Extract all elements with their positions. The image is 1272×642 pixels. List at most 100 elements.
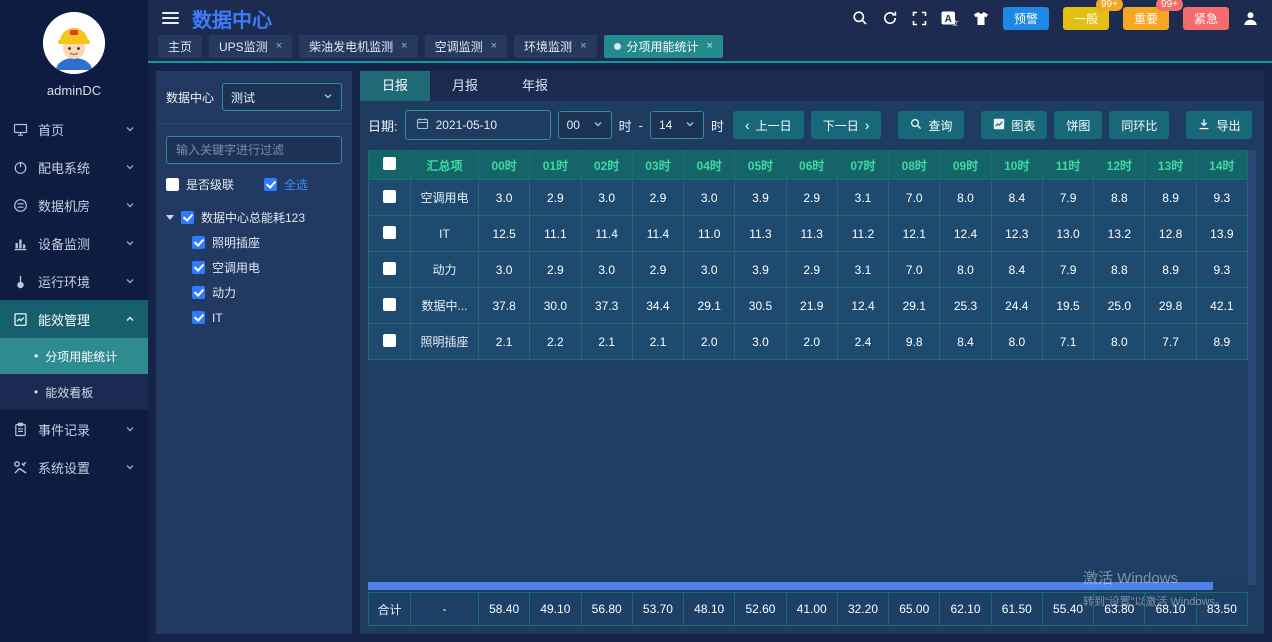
nav-tab[interactable]: 分项用能统计× bbox=[604, 35, 723, 58]
close-icon[interactable]: × bbox=[276, 40, 282, 52]
sidebar-subitem[interactable]: •能效看板 bbox=[0, 374, 148, 410]
tree-root[interactable]: 数据中心总能耗123 bbox=[166, 205, 342, 230]
row-checkbox[interactable] bbox=[383, 334, 396, 347]
tree-node[interactable]: 照明插座 bbox=[166, 230, 342, 255]
nav-tab[interactable]: 主页 bbox=[158, 35, 202, 58]
row-checkbox[interactable] bbox=[383, 298, 396, 311]
sidebar: adminDC 首页配电系统数据机房设备监测运行环境能效管理•分项用能统计•能效… bbox=[0, 0, 148, 642]
column-header: 06时 bbox=[786, 151, 837, 180]
sidebar-item[interactable]: 数据机房 bbox=[0, 186, 148, 224]
row-checkbox[interactable] bbox=[383, 226, 396, 239]
date-picker[interactable]: 2021-05-10 bbox=[405, 110, 551, 140]
sidebar-item[interactable]: 首页 bbox=[0, 110, 148, 148]
cell-value: 30.0 bbox=[530, 288, 581, 324]
tree-checkbox[interactable] bbox=[192, 261, 205, 274]
sidebar-subitem[interactable]: •分项用能统计 bbox=[0, 338, 148, 374]
sidebar-item[interactable]: 配电系统 bbox=[0, 148, 148, 186]
button-label: 下一日 bbox=[823, 117, 859, 134]
cell-value: 2.1 bbox=[479, 324, 530, 360]
cascade-checkbox[interactable] bbox=[166, 178, 179, 191]
alarm-button-label: 预警 bbox=[1014, 12, 1038, 26]
cell-value: 3.0 bbox=[684, 180, 735, 216]
theme-icon[interactable] bbox=[973, 11, 989, 26]
row-label: 空调用电 bbox=[411, 180, 479, 216]
sidebar-item[interactable]: 设备监测 bbox=[0, 224, 148, 262]
select-all-rows-checkbox[interactable] bbox=[383, 157, 396, 170]
tree-options-row: 是否级联 全选 bbox=[166, 176, 342, 193]
tree-node[interactable]: 动力 bbox=[166, 280, 342, 305]
tree-node-label: 数据中心总能耗123 bbox=[201, 209, 305, 226]
toolbar-button[interactable]: 饼图 bbox=[1054, 111, 1102, 139]
power-icon bbox=[13, 160, 28, 175]
cell-value: 8.9 bbox=[1196, 324, 1247, 360]
vertical-scrollbar[interactable] bbox=[1248, 150, 1256, 585]
tree-checkbox[interactable] bbox=[181, 211, 194, 224]
cell-value: 3.0 bbox=[735, 324, 786, 360]
caret-down-icon[interactable] bbox=[166, 215, 174, 220]
nav-tab[interactable]: 环境监测× bbox=[514, 35, 596, 58]
toolbar-button[interactable]: 图表 bbox=[981, 111, 1047, 139]
alarm-button[interactable]: 预警 bbox=[1003, 7, 1049, 30]
sidebar-item-label: 运行环境 bbox=[38, 272, 90, 291]
menu-toggle-icon[interactable] bbox=[162, 12, 179, 24]
cell-value: 7.9 bbox=[1042, 180, 1093, 216]
toolbar-button[interactable]: 查询 bbox=[898, 111, 964, 139]
cell-value: 2.0 bbox=[684, 324, 735, 360]
tree-node[interactable]: IT bbox=[166, 305, 342, 330]
alarm-button[interactable]: 紧急 bbox=[1183, 7, 1229, 30]
row-checkbox[interactable] bbox=[383, 262, 396, 275]
tree-checkbox[interactable] bbox=[192, 286, 205, 299]
server-icon bbox=[13, 198, 28, 213]
chevron-down-icon bbox=[125, 462, 135, 472]
close-icon[interactable]: × bbox=[401, 40, 407, 52]
datacenter-select[interactable]: 测试 bbox=[222, 83, 342, 111]
total-value: 53.70 bbox=[632, 593, 683, 626]
report-tab[interactable]: 日报 bbox=[360, 71, 430, 101]
close-icon[interactable]: × bbox=[491, 40, 497, 52]
total-value: 63.80 bbox=[1094, 593, 1145, 626]
alarm-button[interactable]: 一般99+ bbox=[1063, 7, 1109, 30]
cell-value: 11.1 bbox=[530, 216, 581, 252]
chevron-down-icon bbox=[593, 118, 603, 132]
select-all-checkbox[interactable] bbox=[264, 178, 277, 191]
alarm-button[interactable]: 重要99+ bbox=[1123, 7, 1169, 30]
nav-tab[interactable]: 柴油发电机监测× bbox=[299, 35, 417, 58]
translate-icon[interactable]: A文 bbox=[941, 11, 959, 26]
sidebar-item[interactable]: 系统设置 bbox=[0, 448, 148, 486]
report-tab[interactable]: 年报 bbox=[500, 71, 570, 101]
toolbar-button[interactable]: 下一日› bbox=[811, 111, 882, 139]
alarm-button-label: 紧急 bbox=[1194, 12, 1218, 26]
sidebar-item-label: 数据机房 bbox=[38, 196, 90, 215]
horizontal-scrollbar-thumb[interactable] bbox=[368, 582, 1213, 590]
nav-tab[interactable]: UPS监测× bbox=[209, 35, 292, 58]
filter-panel: 数据中心 测试 是否级联 全选 数据中心总能耗123照明插座空调用电动力IT bbox=[156, 71, 352, 634]
tree-filter-input[interactable] bbox=[166, 136, 342, 164]
search-icon[interactable] bbox=[852, 10, 868, 26]
close-icon[interactable]: × bbox=[707, 40, 713, 52]
toolbar-buttons: ‹上一日下一日› 查询图表饼图同环比导出 bbox=[733, 111, 1252, 139]
report-tab[interactable]: 月报 bbox=[430, 71, 500, 101]
hour-end-select[interactable]: 14 bbox=[650, 111, 704, 139]
hour-start-select[interactable]: 00 bbox=[558, 111, 612, 139]
column-header: 14时 bbox=[1196, 151, 1247, 180]
close-icon[interactable]: × bbox=[580, 40, 586, 52]
fullscreen-icon[interactable] bbox=[912, 11, 927, 26]
nav-tab-label: 空调监测 bbox=[435, 38, 483, 55]
sidebar-item[interactable]: 事件记录 bbox=[0, 410, 148, 448]
tree-checkbox[interactable] bbox=[192, 236, 205, 249]
refresh-icon[interactable] bbox=[882, 10, 898, 26]
horizontal-scrollbar[interactable] bbox=[368, 582, 1248, 590]
nav-tab[interactable]: 空调监测 × bbox=[425, 35, 507, 58]
toolbar-button[interactable]: ‹上一日 bbox=[733, 111, 804, 139]
sidebar-item[interactable]: 运行环境 bbox=[0, 262, 148, 300]
row-checkbox[interactable] bbox=[383, 190, 396, 203]
alarm-button-label: 重要 bbox=[1134, 12, 1158, 26]
tree-checkbox[interactable] bbox=[192, 311, 205, 324]
toolbar-button[interactable]: 导出 bbox=[1186, 111, 1252, 139]
sidebar-item[interactable]: 能效管理 bbox=[0, 300, 148, 338]
user-icon[interactable] bbox=[1243, 11, 1258, 26]
avatar[interactable] bbox=[43, 12, 105, 74]
toolbar-button[interactable]: 同环比 bbox=[1109, 111, 1169, 139]
chevron-down-icon bbox=[323, 90, 333, 104]
tree-node[interactable]: 空调用电 bbox=[166, 255, 342, 280]
